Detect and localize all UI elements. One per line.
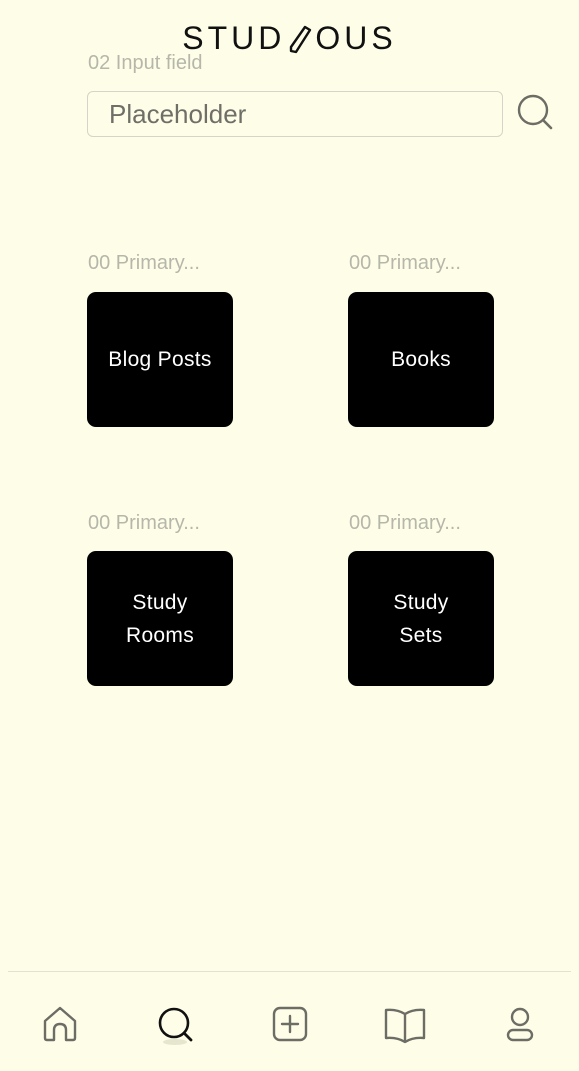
blog-posts-button[interactable]: Blog Posts — [87, 292, 233, 427]
tile-caption-books: 00 Primary... — [349, 252, 461, 274]
tile-caption-study-sets: 00 Primary... — [349, 512, 461, 534]
books-button[interactable]: Books — [348, 292, 494, 427]
nav-profile[interactable] — [498, 1002, 542, 1046]
study-rooms-button[interactable]: Study Rooms — [87, 551, 233, 686]
logo-text-right: OUS — [315, 20, 397, 56]
study-sets-label: Study Sets — [393, 590, 449, 647]
nav-library[interactable] — [383, 1002, 427, 1046]
tile-caption-study-rooms: 00 Primary... — [88, 512, 200, 534]
nav-home[interactable] — [38, 1002, 82, 1046]
nav-divider — [8, 971, 571, 972]
profile-icon — [506, 1007, 534, 1042]
nav-search[interactable] — [153, 1002, 197, 1046]
books-label: Books — [391, 348, 451, 371]
tile-caption-blog-posts: 00 Primary... — [88, 252, 200, 274]
book-icon — [384, 1008, 426, 1044]
pencil-icon — [290, 25, 312, 53]
search-input[interactable]: Placeholder — [87, 91, 503, 137]
blog-posts-label: Blog Posts — [108, 348, 212, 371]
home-icon — [43, 1006, 77, 1042]
search-icon[interactable] — [515, 92, 555, 132]
study-sets-button[interactable]: Study Sets — [348, 551, 494, 686]
nav-add[interactable] — [268, 1002, 312, 1046]
search-nav-icon — [158, 1007, 193, 1045]
search-placeholder: Placeholder — [109, 98, 247, 129]
app-logo: STUD OUS — [0, 20, 579, 57]
add-icon — [272, 1006, 308, 1042]
search-caption: 02 Input field — [88, 52, 203, 74]
study-rooms-label: Study Rooms — [125, 590, 195, 647]
